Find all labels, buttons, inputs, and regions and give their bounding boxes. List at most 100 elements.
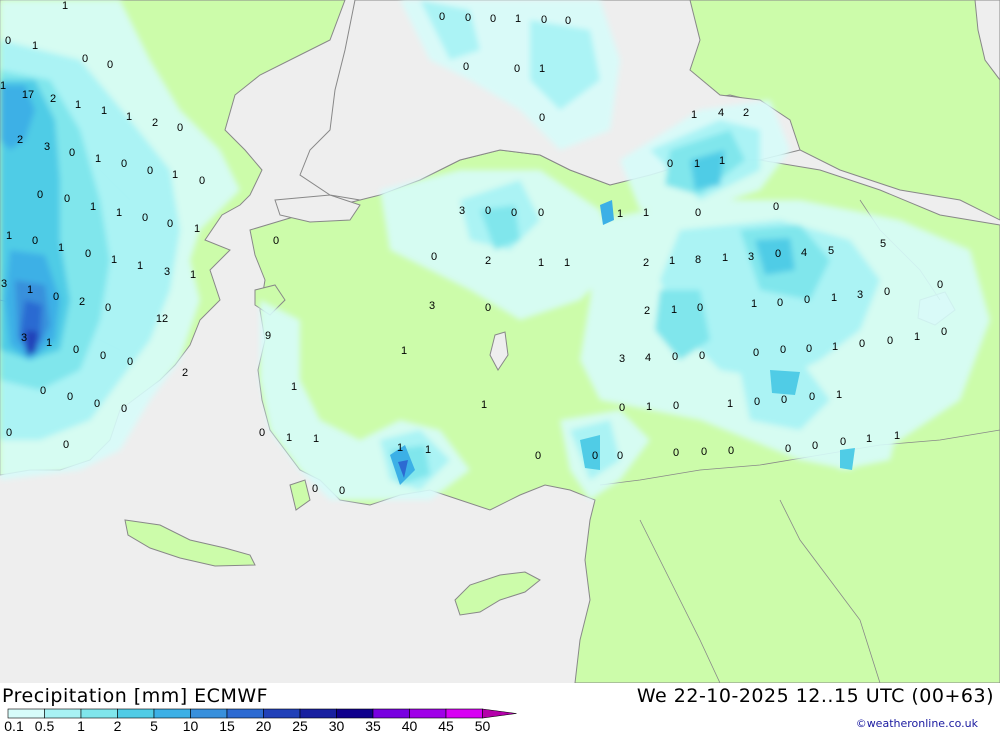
- grid-value-label: 0: [941, 326, 947, 338]
- legend-arrow: [482, 708, 517, 719]
- grid-value-label: 0: [809, 391, 815, 403]
- grid-value-label: 1: [27, 284, 33, 296]
- legend-swatch: [7, 708, 45, 719]
- grid-value-label: 0: [259, 427, 265, 439]
- grid-value-label: 0: [514, 63, 520, 75]
- grid-value-label: 0: [667, 158, 673, 170]
- grid-value-label: 1: [515, 13, 521, 25]
- grid-value-label: 0: [701, 446, 707, 458]
- legend-swatch: [226, 708, 264, 719]
- grid-value-label: 0: [728, 445, 734, 457]
- grid-value-label: 1: [194, 223, 200, 235]
- grid-value-label: 1: [671, 304, 677, 316]
- grid-value-label: 0: [339, 485, 345, 497]
- grid-value-label: 1: [190, 269, 196, 281]
- grid-value-label: 1: [719, 155, 725, 167]
- grid-value-label: 0: [463, 61, 469, 73]
- legend-swatch: [445, 708, 483, 719]
- grid-value-label: 0: [85, 248, 91, 260]
- grid-value-label: 0: [105, 302, 111, 314]
- grid-value-label: 3: [44, 141, 50, 153]
- grid-value-label: 1: [836, 389, 842, 401]
- grid-value-label: 1: [722, 252, 728, 264]
- grid-value-label: 0: [167, 218, 173, 230]
- grid-value-label: 0: [82, 53, 88, 65]
- grid-value-label: 1: [727, 398, 733, 410]
- grid-value-label: 3: [619, 353, 625, 365]
- grid-value-label: 0: [465, 12, 471, 24]
- legend-label: 5: [150, 718, 158, 733]
- grid-value-label: 0: [37, 189, 43, 201]
- grid-value-label: 1: [481, 399, 487, 411]
- legend-swatch: [44, 708, 82, 719]
- legend-swatch: [409, 708, 447, 719]
- grid-value-label: 0: [806, 343, 812, 355]
- grid-value-label: 0: [673, 400, 679, 412]
- grid-value-label: 2: [182, 367, 188, 379]
- grid-value-label: 1: [646, 401, 652, 413]
- grid-value-label: 1: [291, 381, 297, 393]
- grid-value-label: 1: [0, 80, 6, 92]
- grid-value-label: 0: [273, 235, 279, 247]
- grid-value-label: 2: [152, 117, 158, 129]
- grid-value-label: 1: [401, 345, 407, 357]
- grid-value-label: 0: [753, 347, 759, 359]
- grid-value-label: 0: [439, 11, 445, 23]
- grid-value-label: 0: [672, 351, 678, 363]
- legend-label: 2: [114, 718, 122, 733]
- grid-value-label: 0: [511, 207, 517, 219]
- grid-value-label: 1: [126, 111, 132, 123]
- grid-value-label: 0: [539, 112, 545, 124]
- grid-value-label: 0: [431, 251, 437, 263]
- grid-value-label: 1: [62, 0, 68, 12]
- grid-value-label: 0: [6, 427, 12, 439]
- grid-value-label: 1: [90, 201, 96, 213]
- grid-value-label: 0: [781, 394, 787, 406]
- grid-value-label: 1: [111, 254, 117, 266]
- grid-value-label: 0: [777, 297, 783, 309]
- grid-value-label: 1: [397, 442, 403, 454]
- legend-label: 50: [475, 718, 491, 733]
- legend-swatch: [336, 708, 374, 719]
- grid-value-label: 4: [645, 352, 651, 364]
- legend-swatch: [263, 708, 301, 719]
- grid-value-label: 0: [490, 13, 496, 25]
- grid-value-label: 0: [64, 193, 70, 205]
- color-legend: 0.1 0.5 1 2 5 10 15 20 25 30 35 40 45 50: [4, 708, 517, 733]
- grid-value-label: 17: [22, 89, 34, 101]
- grid-value-label: 8: [695, 254, 701, 266]
- grid-value-label: 9: [265, 330, 271, 342]
- footer-bar: Precipitation [mm] ECMWF We 22-10-2025 1…: [0, 683, 1000, 733]
- grid-value-label: 0: [592, 450, 598, 462]
- legend-swatch: [153, 708, 191, 719]
- legend-label: 20: [256, 718, 272, 733]
- grid-value-label: 0: [73, 344, 79, 356]
- credit-link[interactable]: ©weatheronline.co.uk: [856, 717, 978, 730]
- legend-swatches: [7, 708, 517, 719]
- legend-label: 0.1: [4, 718, 24, 733]
- grid-value-label: 0: [40, 385, 46, 397]
- grid-value-label: 1: [564, 257, 570, 269]
- grid-value-label: 2: [79, 296, 85, 308]
- legend-swatch: [117, 708, 155, 719]
- grid-value-label: 0: [887, 335, 893, 347]
- grid-value-label: 1: [137, 260, 143, 272]
- grid-value-label: 5: [828, 245, 834, 257]
- grid-value-label: 3: [748, 251, 754, 263]
- legend-swatch: [80, 708, 118, 719]
- grid-value-label: 1: [914, 331, 920, 343]
- grid-value-label: 2: [644, 305, 650, 317]
- legend-swatch: [372, 708, 410, 719]
- grid-value-label: 0: [780, 344, 786, 356]
- grid-value-label: 1: [691, 109, 697, 121]
- legend-label: 1: [77, 718, 85, 733]
- grid-value-label: 0: [695, 207, 701, 219]
- grid-value-label: 0: [177, 122, 183, 134]
- legend-label: 40: [402, 718, 418, 733]
- grid-value-label: 0: [697, 302, 703, 314]
- legend-label: 0.5: [35, 718, 55, 733]
- grid-value-label: 1: [694, 158, 700, 170]
- grid-value-label: 1: [832, 341, 838, 353]
- grid-value-label: 3: [1, 278, 7, 290]
- grid-value-label: 1: [831, 292, 837, 304]
